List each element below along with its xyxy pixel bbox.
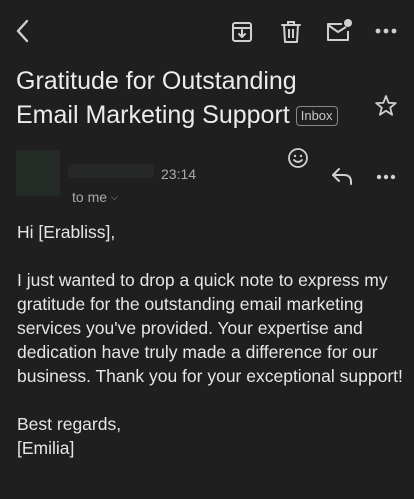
star-icon[interactable]	[373, 93, 399, 119]
back-arrow-icon[interactable]	[10, 18, 36, 44]
sender-avatar[interactable]	[16, 150, 60, 196]
more-horizontal-icon[interactable]	[372, 20, 400, 42]
archive-icon[interactable]	[229, 19, 255, 45]
message-time: 23:14	[161, 166, 197, 182]
trash-icon[interactable]	[278, 19, 304, 45]
chevron-down-icon: ⌵	[111, 192, 118, 202]
email-subject: Gratitude for Outstanding Email Marketin…	[16, 64, 356, 132]
recipient-text: to me	[72, 189, 108, 205]
email-body: Hi [Erabliss], I just wanted to drop a q…	[17, 220, 407, 460]
inbox-label-badge[interactable]: Inbox	[295, 106, 338, 126]
closing: Best regards,	[17, 414, 122, 434]
subject-text: Gratitude for Outstanding Email Marketin…	[16, 67, 297, 129]
reply-icon[interactable]	[330, 165, 354, 187]
recipient-details-toggle[interactable]: to me ⌵	[72, 189, 118, 205]
mail-unread-icon[interactable]	[324, 17, 354, 45]
emoji-reaction-icon[interactable]	[286, 146, 310, 170]
message-more-icon[interactable]	[374, 170, 398, 184]
sender-name-redacted	[68, 164, 154, 178]
signature: [Emilia]	[17, 438, 75, 458]
greeting: Hi [Erabliss],	[17, 222, 116, 242]
body-paragraph: I just wanted to drop a quick note to ex…	[17, 270, 403, 386]
